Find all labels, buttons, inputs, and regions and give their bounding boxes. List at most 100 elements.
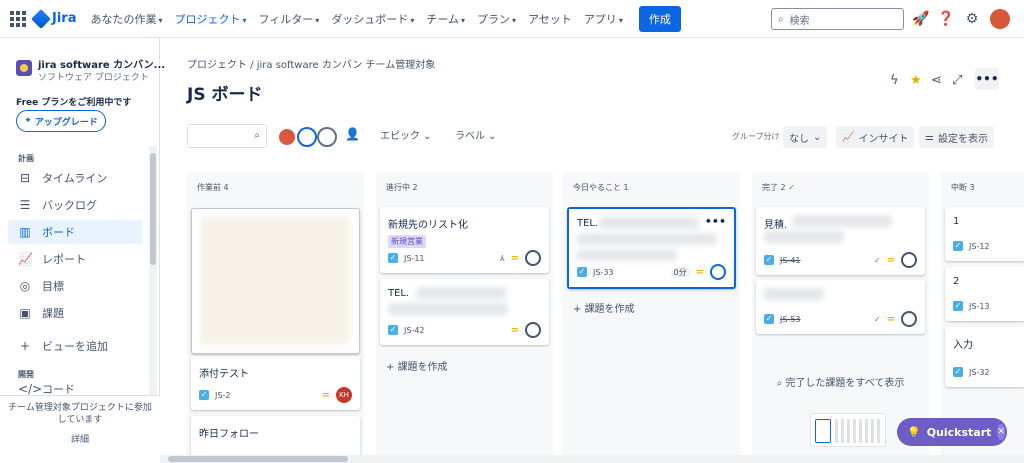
card-selected[interactable]: TEL. ••• ✓ JS-33 0分 =	[567, 207, 736, 289]
rocket-icon[interactable]: 🚀	[912, 10, 930, 28]
sidebar-item-issues[interactable]: ▣ 課題	[8, 301, 142, 325]
nav-apps[interactable]: アプリ ▾	[584, 11, 623, 27]
create-issue-button[interactable]: + 課題を作成	[573, 300, 635, 315]
breadcrumb[interactable]: プロジェクト / jira software カンバン チーム管理対象	[187, 56, 435, 71]
sidebar-item-board[interactable]: ▥ ボード	[8, 220, 142, 244]
card-image[interactable]	[191, 208, 360, 354]
card[interactable]: 2 ✓ JS-13	[945, 267, 1024, 321]
card[interactable]: 新規先のリスト化 新規営業 ✓ JS-11 ⅄ =	[380, 207, 549, 273]
nav-dashboards[interactable]: ダッシュボード ▾	[331, 11, 414, 27]
card[interactable]: 1 ✓ JS-12	[945, 207, 1024, 261]
sidebar-item-goals[interactable]: ◎ 目標	[8, 274, 142, 298]
assignee-avatar	[710, 264, 726, 280]
board-minimap[interactable]	[810, 413, 886, 447]
board-column: 作業前 4 添付テスト ✓ JS-2 = KH 昨日フォロー	[187, 172, 364, 463]
board-search-input[interactable]: ⌕	[187, 124, 267, 148]
card[interactable]: 添付テスト ✓ JS-2 = KH	[191, 356, 360, 410]
task-checkbox-icon: ✓	[388, 253, 398, 263]
avatar-filter-3[interactable]	[317, 127, 337, 147]
label-tag: 新規営業	[388, 235, 426, 248]
priority-medium-icon: =	[886, 313, 895, 325]
board-main: プロジェクト / jira software カンバン チーム管理対象 JS ボ…	[160, 38, 1024, 463]
label-filter[interactable]: ラベル ⌄	[455, 127, 497, 142]
close-icon[interactable]: ✕	[997, 424, 1005, 440]
sidebar-add-view[interactable]: + ビューを追加	[8, 334, 142, 358]
show-all-done-button[interactable]: ⌕ 完了した課題をすべて表示	[752, 374, 929, 389]
user-avatar[interactable]	[990, 9, 1010, 29]
star-icon[interactable]: ★	[910, 73, 922, 88]
sidebar-item-backlog[interactable]: ☰ バックログ	[8, 193, 142, 217]
card[interactable]: TEL. ✓ JS-42 =	[380, 279, 549, 345]
search-icon: ⌕	[778, 13, 784, 25]
task-checkbox-icon: ✓	[577, 267, 587, 277]
nav-teams[interactable]: チーム ▾	[426, 11, 465, 27]
assignee-avatar	[525, 250, 541, 266]
done-check-icon: ✓	[788, 183, 795, 192]
card[interactable]: ✓ JS-53 ✓ =	[756, 280, 925, 334]
assignee-avatar	[901, 252, 917, 268]
priority-medium-icon: =	[321, 389, 330, 401]
sidebar-footer: チーム管理対象プロジェクトに参加しています 詳細	[0, 395, 160, 463]
project-icon	[16, 60, 32, 76]
task-checkbox-icon: ✓	[953, 301, 963, 311]
jira-logo[interactable]: Jira	[31, 8, 76, 29]
sidebar: jira software カンバン... ソフトウェア プロジェクト Free …	[0, 38, 165, 463]
avatar-filter-2[interactable]	[297, 127, 317, 147]
task-checkbox-icon: ✓	[764, 314, 774, 324]
create-issue-button[interactable]: + 課題を作成	[386, 358, 448, 373]
insights-button[interactable]: 📈 インサイト	[836, 126, 915, 148]
lightbulb-icon: 💡	[907, 425, 921, 439]
code-icon: </>	[18, 382, 43, 396]
card[interactable]: 見積. ✓ JS-41 ✓ =	[756, 207, 925, 275]
jira-logo-icon	[31, 8, 51, 29]
nav-plans[interactable]: プラン ▾	[477, 11, 516, 27]
card-more-icon[interactable]: •••	[705, 215, 726, 228]
section-dev: 開発	[18, 370, 34, 379]
nav-assets[interactable]: アセット	[528, 11, 572, 27]
time-badge: 0分	[670, 266, 690, 278]
task-checkbox-icon: ✓	[953, 241, 963, 251]
search-icon: ⌕	[254, 130, 260, 141]
nav-your-work[interactable]: あなたの作業 ▾	[90, 11, 162, 27]
task-checkbox-icon: ✓	[764, 255, 774, 265]
sidebar-item-reports[interactable]: 📈 レポート	[8, 247, 142, 271]
card[interactable]: 昨日フォロー	[191, 416, 360, 456]
issues-icon: ▣	[19, 306, 31, 320]
task-checkbox-icon: ✓	[953, 367, 963, 377]
backlog-icon: ☰	[19, 198, 31, 212]
avatar-filter-1[interactable]	[277, 127, 297, 147]
nav-projects[interactable]: プロジェクト ▾	[175, 11, 247, 27]
settings-gear-icon[interactable]: ⚙	[963, 10, 981, 28]
epic-filter[interactable]: エピック ⌄	[380, 127, 432, 142]
share-icon[interactable]: ⋖	[931, 73, 942, 88]
timeline-icon: ⊟	[19, 171, 31, 185]
priority-medium-icon: =	[695, 266, 704, 278]
lightning-icon[interactable]: ϟ	[890, 73, 899, 88]
add-people-icon[interactable]: 👤	[345, 127, 360, 141]
page-title: JS ボード	[187, 85, 263, 105]
sidebar-item-timeline[interactable]: ⊟ タイムライン	[8, 166, 142, 190]
upgrade-button[interactable]: ✦ アップグレード	[16, 110, 106, 132]
help-icon[interactable]: ❓	[937, 10, 955, 28]
section-plan: 計画	[18, 154, 34, 163]
display-settings-button[interactable]: ⚌ 設定を表示	[919, 126, 994, 148]
search-input[interactable]: ⌕ 検索	[771, 8, 904, 30]
free-plan-label: Free プランをご利用中です	[16, 98, 132, 108]
create-button[interactable]: 作成	[638, 5, 681, 32]
project-header[interactable]: jira software カンバン... ソフトウェア プロジェクト	[16, 60, 165, 84]
sidebar-scrollbar-thumb[interactable]	[150, 153, 156, 265]
app-switcher-icon[interactable]	[10, 10, 26, 27]
horizontal-scrollbar-thumb[interactable]	[168, 456, 348, 462]
card[interactable]: 入力 ✓ JS-32	[945, 327, 1024, 387]
sidebar-item-code[interactable]: </> コード	[8, 382, 142, 396]
group-by-select[interactable]: なし ⌄	[783, 126, 828, 148]
expand-icon[interactable]: ⤢	[952, 73, 962, 88]
details-link[interactable]: 詳細	[0, 434, 160, 446]
more-actions-button[interactable]: •••	[975, 68, 999, 90]
board-column: 今日やること 1 TEL. ••• ✓ JS-33 0分 = + 課題を作成	[563, 172, 740, 463]
nav-filters[interactable]: フィルター ▾	[259, 11, 320, 27]
quickstart-button[interactable]: 💡 Quickstart ✕	[897, 418, 1007, 446]
plus-icon: +	[19, 339, 31, 353]
priority-medium-icon: =	[886, 254, 895, 266]
goals-icon: ◎	[19, 279, 31, 293]
